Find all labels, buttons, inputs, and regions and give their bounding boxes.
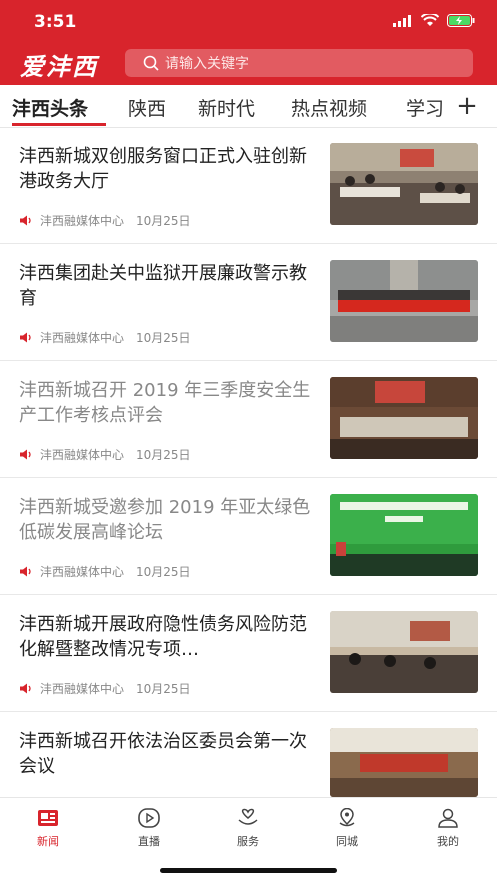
news-title: 沣西新城召开 2019 年三季度安全生产工作考核点评会 (19, 380, 311, 426)
tabbar-label: 我的 (437, 835, 459, 848)
news-item[interactable]: 沣西新城受邀参加 2019 年亚太绿色低碳发展高峰论坛 沣西融媒体中心 10月2… (0, 478, 497, 595)
tabbar-service[interactable]: 服务 (218, 808, 278, 849)
heart-hand-icon (238, 808, 258, 825)
news-thumbnail (330, 728, 478, 797)
speaker-icon (20, 215, 31, 226)
tabbar-label: 服务 (237, 835, 259, 848)
news-source: 沣西融媒体中心 (40, 448, 125, 462)
tabbar-local[interactable]: 同城 (317, 807, 377, 849)
news-thumbnail (330, 611, 478, 693)
tab-study[interactable]: 学习 (406, 94, 444, 121)
news-source: 沣西融媒体中心 (40, 565, 125, 579)
news-date: 10月25日 (136, 214, 191, 228)
news-date: 10月25日 (136, 682, 191, 696)
news-thumbnail (330, 377, 478, 459)
channel-tabs: 沣西头条 陕西 新时代 热点视频 学习 + (0, 85, 497, 128)
speaker-icon (20, 449, 31, 460)
news-source: 沣西融媒体中心 (40, 214, 125, 228)
add-channel-button[interactable]: + (451, 90, 483, 122)
news-thumbnail (330, 143, 478, 225)
news-item[interactable]: 沣西集团赴关中监狱开展廉政警示教育 沣西融媒体中心 10月25日 (0, 244, 497, 361)
news-meta: 沣西融媒体中心 10月25日 (19, 680, 191, 697)
home-indicator[interactable] (160, 868, 337, 873)
tabbar-news[interactable]: 新闻 (18, 808, 78, 849)
news-title: 沣西新城受邀参加 2019 年亚太绿色低碳发展高峰论坛 (19, 497, 311, 543)
news-thumbnail (330, 494, 478, 576)
wifi-icon (421, 14, 439, 26)
news-source: 沣西融媒体中心 (40, 682, 125, 696)
news-title: 沣西新城双创服务窗口正式入驻创新港政务大厅 (19, 146, 307, 192)
search-placeholder: 请输入关键字 (165, 56, 249, 72)
tabbar-label: 直播 (138, 835, 160, 848)
news-date: 10月25日 (136, 331, 191, 345)
news-item[interactable]: 沣西新城召开依法治区委员会第一次会议 (0, 712, 497, 797)
tabbar-label: 新闻 (37, 835, 59, 848)
news-item[interactable]: 沣西新城召开 2019 年三季度安全生产工作考核点评会 沣西融媒体中心 10月2… (0, 361, 497, 478)
news-title: 沣西新城开展政府隐性债务风险防范化解暨整改情况专项… (19, 614, 307, 660)
user-icon (438, 808, 458, 828)
tabbar-label: 同城 (336, 835, 358, 848)
tabbar-live[interactable]: 直播 (119, 808, 179, 849)
news-item[interactable]: 沣西新城开展政府隐性债务风险防范化解暨整改情况专项… 沣西融媒体中心 10月25… (0, 595, 497, 712)
battery-icon (447, 14, 475, 27)
status-icons (393, 14, 475, 27)
app-logo: 爱沣西 (20, 52, 98, 81)
search-bar[interactable]: 请输入关键字 (125, 49, 473, 77)
news-meta: 沣西融媒体中心 10月25日 (19, 446, 191, 463)
news-date: 10月25日 (136, 565, 191, 579)
news-source: 沣西融媒体中心 (40, 331, 125, 345)
signal-icon (393, 14, 411, 27)
speaker-icon (20, 683, 31, 694)
tab-hot-video[interactable]: 热点视频 (291, 94, 367, 121)
tab-new-era[interactable]: 新时代 (198, 94, 255, 121)
news-meta: 沣西融媒体中心 10月25日 (19, 212, 191, 229)
news-thumbnail (330, 260, 478, 342)
search-icon (143, 55, 159, 71)
play-icon (138, 808, 160, 828)
active-tab-indicator (12, 123, 106, 126)
tab-shaanxi[interactable]: 陕西 (128, 94, 166, 121)
app-header: 3:51 爱沣西 请输入关键字 (0, 0, 497, 85)
news-date: 10月25日 (136, 448, 191, 462)
location-icon (339, 807, 355, 827)
speaker-icon (20, 566, 31, 577)
news-item[interactable]: 沣西新城双创服务窗口正式入驻创新港政务大厅 沣西融媒体中心 10月25日 (0, 127, 497, 244)
tabbar-me[interactable]: 我的 (418, 808, 478, 849)
speaker-icon (20, 332, 31, 343)
tab-fengxi-headline[interactable]: 沣西头条 (12, 94, 88, 121)
news-meta: 沣西融媒体中心 10月25日 (19, 329, 191, 346)
news-icon (38, 810, 58, 826)
status-time: 3:51 (34, 12, 77, 32)
news-title: 沣西新城召开依法治区委员会第一次会议 (19, 731, 307, 777)
news-meta: 沣西融媒体中心 10月25日 (19, 563, 191, 580)
news-title: 沣西集团赴关中监狱开展廉政警示教育 (19, 263, 307, 309)
